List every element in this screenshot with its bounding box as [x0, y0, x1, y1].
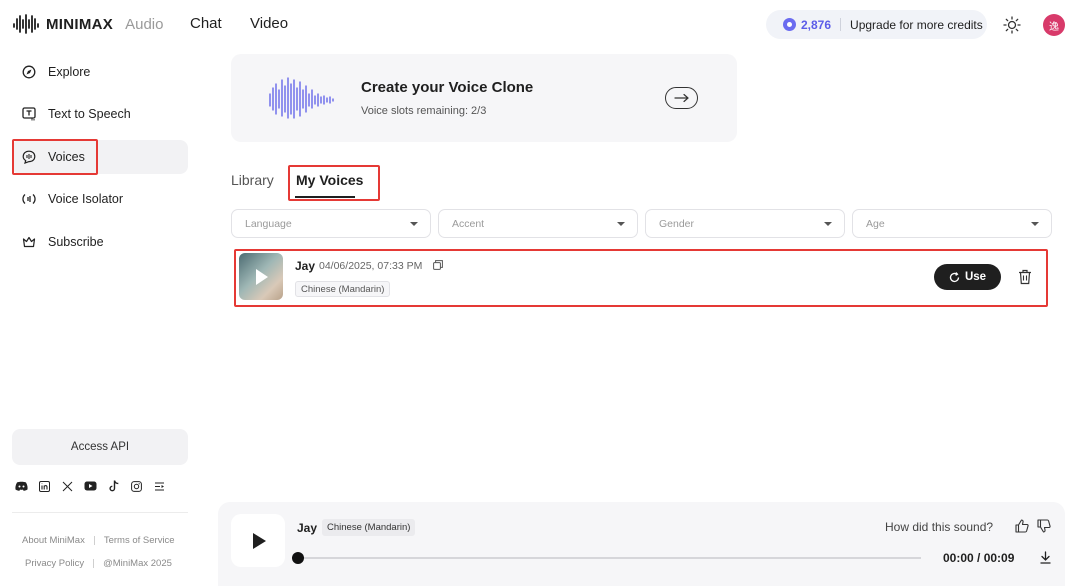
voice-name: Jay	[295, 259, 316, 273]
nav-video[interactable]: Video	[250, 15, 288, 32]
voice-date: 04/06/2025, 07:33 PM	[319, 260, 423, 272]
voice-isolator-icon	[22, 192, 36, 206]
player-language-tag: Chinese (Mandarin)	[322, 519, 416, 536]
voices-highlight-box	[12, 139, 98, 175]
thumbs-up-icon[interactable]	[1015, 519, 1029, 533]
sidebar-item-explore[interactable]: Explore	[12, 55, 188, 89]
sidebar-item-voice-isolator[interactable]: Voice Isolator	[12, 182, 188, 216]
gender-select-placeholder: Gender	[659, 217, 695, 230]
youtube-icon[interactable]	[79, 478, 102, 494]
footer-divider	[93, 536, 95, 545]
player-voice-name: Jay	[297, 521, 318, 535]
text-to-speech-icon	[22, 107, 36, 121]
chevron-down-icon	[1031, 221, 1039, 226]
access-api-button[interactable]: Access API	[12, 429, 188, 465]
privacy-link[interactable]: Privacy Policy	[25, 558, 84, 569]
age-select[interactable]: Age	[852, 209, 1052, 238]
waveform-icon	[269, 77, 334, 119]
voice-language-tag: Chinese (Mandarin)	[295, 281, 391, 297]
player-play-button[interactable]	[231, 514, 285, 567]
chevron-down-icon	[617, 221, 625, 226]
language-select[interactable]: Language	[231, 209, 431, 238]
crown-icon	[22, 235, 36, 249]
instagram-icon[interactable]	[125, 478, 148, 494]
clone-card-title: Create your Voice Clone	[361, 79, 534, 96]
progress-track[interactable]	[298, 557, 921, 559]
accent-select[interactable]: Accent	[438, 209, 638, 238]
list-item[interactable]: Jay 04/06/2025, 07:33 PM Chinese (Mandar…	[237, 252, 1045, 303]
nav-chat[interactable]: Chat	[190, 15, 222, 32]
upgrade-link[interactable]: Upgrade for more credits	[850, 18, 983, 32]
my-voices-highlight-box	[288, 165, 380, 201]
more-icon[interactable]	[148, 478, 171, 494]
credits-icon	[783, 18, 796, 31]
use-button[interactable]: Use	[934, 264, 1001, 290]
linkedin-icon[interactable]	[33, 478, 56, 494]
play-icon	[256, 269, 268, 285]
minimax-logo-icon	[13, 14, 39, 34]
sidebar-item-label: Subscribe	[48, 235, 104, 249]
audio-player: Jay Chinese (Mandarin) How did this soun…	[218, 502, 1065, 586]
credits-divider	[840, 18, 842, 31]
thumbs-down-icon[interactable]	[1037, 519, 1051, 533]
compass-icon	[22, 65, 36, 79]
sidebar-item-label: Voice Isolator	[48, 192, 124, 206]
top-bar: MINIMAX Audio Chat Video 2,876 Upgrade f…	[0, 0, 1080, 50]
credits-amount: 2,876	[801, 17, 832, 32]
tab-library[interactable]: Library	[231, 172, 274, 188]
gender-select[interactable]: Gender	[645, 209, 845, 238]
sidebar-item-label: Text to Speech	[48, 107, 131, 121]
use-button-label: Use	[964, 271, 987, 283]
tiktok-icon[interactable]	[102, 478, 125, 494]
terms-link[interactable]: Terms of Service	[104, 535, 175, 546]
clone-card-subtitle: Voice slots remaining: 2/3	[361, 105, 487, 117]
discord-icon[interactable]	[10, 478, 33, 494]
brand-name: MINIMAX	[46, 15, 114, 33]
accent-select-placeholder: Accent	[452, 217, 485, 230]
x-icon[interactable]	[56, 478, 79, 494]
download-icon[interactable]	[1040, 551, 1051, 564]
progress-knob[interactable]	[292, 552, 304, 564]
refresh-icon	[949, 271, 960, 282]
brand-product: Audio	[125, 15, 164, 33]
sidebar-item-subscribe[interactable]: Subscribe	[12, 225, 188, 259]
user-avatar[interactable]: 逸	[1043, 14, 1065, 36]
credits-pill[interactable]: 2,876 Upgrade for more credits	[766, 10, 987, 39]
trash-icon[interactable]	[1018, 269, 1032, 285]
theme-toggle-icon[interactable]	[1003, 16, 1021, 34]
chevron-down-icon	[824, 221, 832, 226]
sidebar-item-label: Explore	[48, 65, 91, 79]
social-links	[10, 478, 171, 494]
copyright-text: @MiniMax 2025	[103, 558, 172, 569]
voice-thumbnail[interactable]	[239, 253, 283, 300]
footer-divider	[93, 559, 95, 568]
language-select-placeholder: Language	[245, 217, 292, 230]
brand-logo[interactable]: MINIMAX Audio	[12, 13, 163, 35]
feedback-prompt: How did this sound?	[885, 520, 994, 534]
sidebar-divider	[12, 512, 188, 513]
voice-clone-card[interactable]: Create your Voice Clone Voice slots rema…	[231, 54, 737, 142]
footer-links-row-1: About MiniMax Terms of Service	[22, 535, 175, 546]
chevron-down-icon	[410, 221, 418, 226]
footer-links-row-2: Privacy Policy @MiniMax 2025	[25, 558, 172, 569]
copy-icon[interactable]	[433, 260, 443, 270]
play-icon	[253, 532, 266, 549]
age-select-placeholder: Age	[866, 217, 885, 230]
playback-time: 00:00 / 00:09	[943, 551, 1015, 565]
sidebar-item-text-to-speech[interactable]: Text to Speech	[12, 97, 188, 131]
arrow-right-icon[interactable]	[665, 87, 698, 109]
about-link[interactable]: About MiniMax	[22, 535, 85, 546]
